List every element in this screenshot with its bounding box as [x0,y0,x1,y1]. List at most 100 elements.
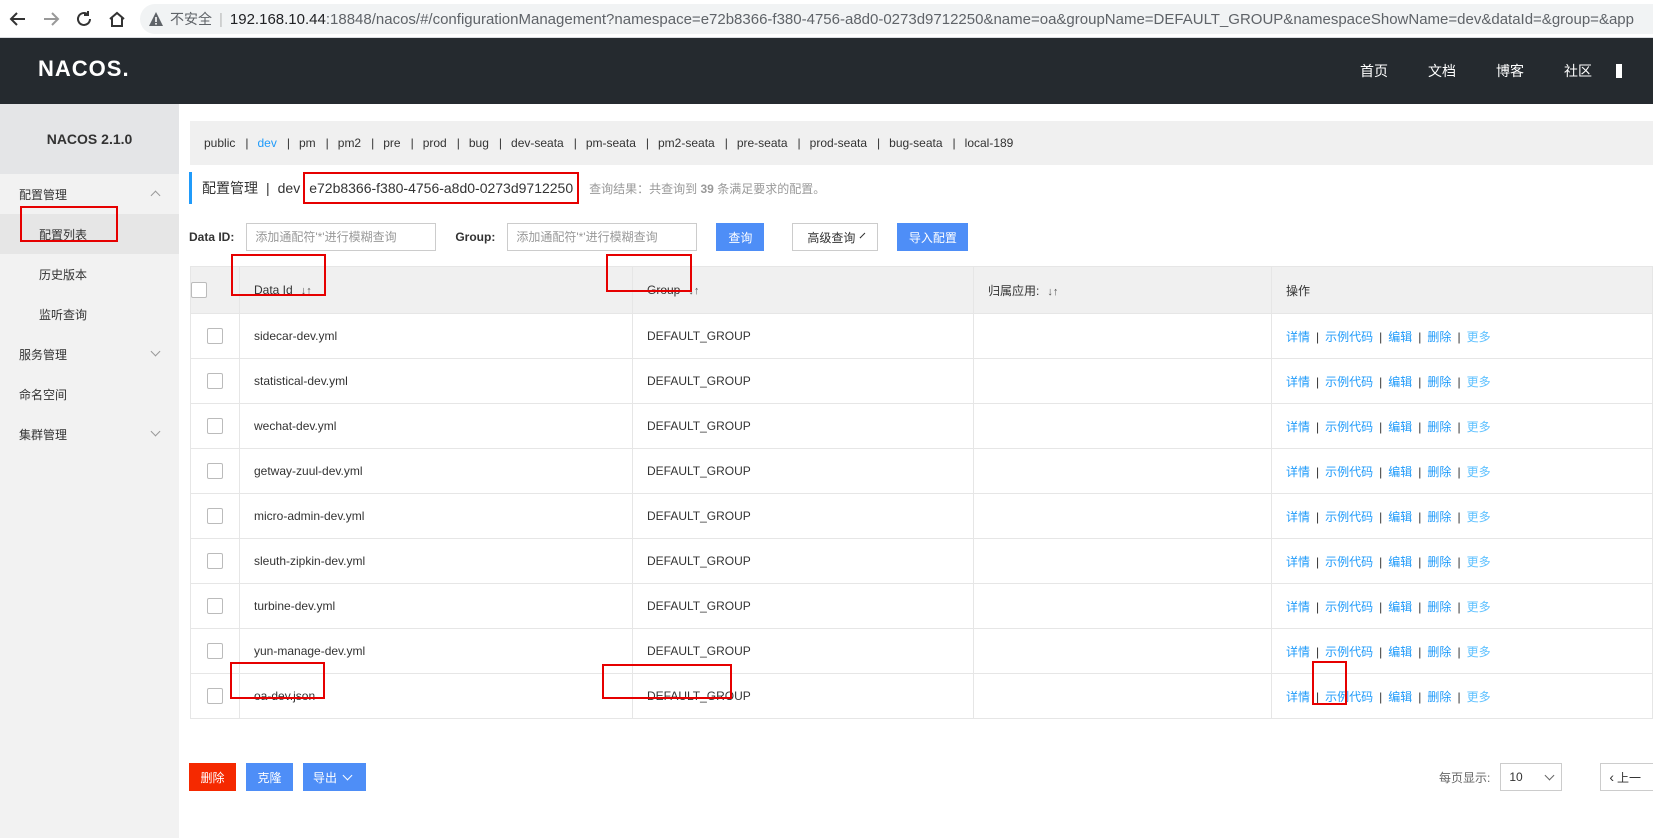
more-link[interactable]: 更多 [1467,465,1491,479]
edit-link[interactable]: 编辑 [1388,600,1412,614]
more-link[interactable]: 更多 [1467,510,1491,524]
row-checkbox[interactable] [207,328,223,344]
edit-link[interactable]: 编辑 [1388,330,1412,344]
detail-link[interactable]: 详情 [1286,555,1310,569]
namespace-tab-pm-seata[interactable]: pm-seata [586,136,636,150]
namespace-tab-pm2-seata[interactable]: pm2-seata [658,136,715,150]
dataid-search-input[interactable] [246,223,437,251]
column-header-group[interactable]: Group ↓↑ [632,266,974,314]
edit-link[interactable]: 编辑 [1388,465,1412,479]
detail-link[interactable]: 详情 [1286,375,1310,389]
column-header-app[interactable]: 归属应用: ↓↑ [973,266,1272,314]
sidebar-item-config-management[interactable]: 配置管理 [0,174,179,214]
detail-link[interactable]: 详情 [1286,690,1310,704]
group-search-input[interactable] [507,223,698,251]
more-link[interactable]: 更多 [1467,375,1491,389]
import-config-button[interactable]: 导入配置 [897,223,969,251]
sample-code-link[interactable]: 示例代码 [1325,420,1373,434]
row-checkbox[interactable] [207,598,223,614]
sample-code-link[interactable]: 示例代码 [1325,510,1373,524]
row-checkbox[interactable] [207,553,223,569]
address-bar[interactable]: 不安全 | 192.168.10.44:18848/nacos/#/config… [140,4,1653,34]
row-checkbox[interactable] [207,463,223,479]
sort-icon[interactable]: ↓↑ [688,285,699,297]
advanced-query-button[interactable]: 高级查询 [792,223,879,251]
export-button[interactable]: 导出 [303,763,366,791]
prev-page-button[interactable]: ‹ 上一 [1600,763,1653,791]
delete-link[interactable]: 删除 [1427,375,1451,389]
namespace-tab-public[interactable]: public [204,136,235,150]
sidebar-item-cluster-management[interactable]: 集群管理 [0,414,179,454]
namespace-tab-local-189[interactable]: local-189 [965,136,1014,150]
edit-link[interactable]: 编辑 [1388,645,1412,659]
reload-icon[interactable] [69,4,99,34]
sidebar-item-namespace[interactable]: 命名空间 [0,374,179,414]
detail-link[interactable]: 详情 [1286,645,1310,659]
delete-link[interactable]: 删除 [1427,600,1451,614]
namespace-tab-pm[interactable]: pm [299,136,316,150]
sidebar-item-config-list[interactable]: 配置列表 [0,214,179,254]
detail-link[interactable]: 详情 [1286,420,1310,434]
sample-code-link[interactable]: 示例代码 [1325,600,1373,614]
delete-link[interactable]: 删除 [1427,690,1451,704]
more-link[interactable]: 更多 [1467,645,1491,659]
query-button[interactable]: 查询 [716,223,765,251]
forward-icon[interactable] [36,4,66,34]
namespace-tab-bug-seata[interactable]: bug-seata [889,136,942,150]
edit-link[interactable]: 编辑 [1388,375,1412,389]
row-checkbox[interactable] [207,418,223,434]
nav-docs[interactable]: 文档 [1428,61,1456,81]
sidebar-item-history[interactable]: 历史版本 [0,254,179,294]
more-link[interactable]: 更多 [1467,690,1491,704]
page-size-select[interactable]: 10 [1500,763,1563,791]
column-header-data-id[interactable]: Data Id ↓↑ [239,266,633,314]
namespace-tab-dev-seata[interactable]: dev-seata [511,136,564,150]
nav-home[interactable]: 首页 [1360,61,1388,81]
edit-link[interactable]: 编辑 [1388,555,1412,569]
nav-community[interactable]: 社区 [1564,61,1592,81]
sort-icon[interactable]: ↓↑ [301,285,312,297]
delete-link[interactable]: 删除 [1427,330,1451,344]
delete-link[interactable]: 删除 [1427,510,1451,524]
namespace-tab-dev[interactable]: dev [257,136,276,150]
namespace-tab-pm2[interactable]: pm2 [338,136,361,150]
select-all-checkbox[interactable] [191,282,207,298]
detail-link[interactable]: 详情 [1286,330,1310,344]
detail-link[interactable]: 详情 [1286,465,1310,479]
edit-link[interactable]: 编辑 [1388,510,1412,524]
sample-code-link[interactable]: 示例代码 [1325,330,1373,344]
detail-link[interactable]: 详情 [1286,510,1310,524]
more-link[interactable]: 更多 [1467,555,1491,569]
namespace-tab-prod[interactable]: prod [423,136,447,150]
sidebar-item-service-management[interactable]: 服务管理 [0,334,179,374]
namespace-tab-prod-seata[interactable]: prod-seata [810,136,867,150]
more-link[interactable]: 更多 [1467,330,1491,344]
sample-code-link[interactable]: 示例代码 [1325,555,1373,569]
delete-link[interactable]: 删除 [1427,465,1451,479]
row-checkbox[interactable] [207,643,223,659]
namespace-tab-pre-seata[interactable]: pre-seata [737,136,788,150]
clone-button[interactable]: 克隆 [246,763,293,791]
edit-link[interactable]: 编辑 [1388,420,1412,434]
delete-link[interactable]: 删除 [1427,420,1451,434]
batch-delete-button[interactable]: 删除 [189,763,236,791]
sample-code-link[interactable]: 示例代码 [1325,645,1373,659]
sidebar-item-listener-query[interactable]: 监听查询 [0,294,179,334]
delete-link[interactable]: 删除 [1427,645,1451,659]
detail-link[interactable]: 详情 [1286,600,1310,614]
sample-code-link[interactable]: 示例代码 [1325,465,1373,479]
row-checkbox[interactable] [207,688,223,704]
edit-link[interactable]: 编辑 [1388,690,1412,704]
sample-code-link[interactable]: 示例代码 [1325,375,1373,389]
sort-icon[interactable]: ↓↑ [1047,286,1058,298]
row-checkbox[interactable] [207,373,223,389]
delete-link[interactable]: 删除 [1427,555,1451,569]
sample-code-link[interactable]: 示例代码 [1325,690,1373,704]
nav-blog[interactable]: 博客 [1496,61,1524,81]
nacos-logo[interactable]: NACOS. [38,56,130,82]
back-icon[interactable] [3,4,33,34]
namespace-tab-pre[interactable]: pre [383,136,400,150]
row-checkbox[interactable] [207,508,223,524]
more-link[interactable]: 更多 [1467,420,1491,434]
namespace-tab-bug[interactable]: bug [469,136,489,150]
